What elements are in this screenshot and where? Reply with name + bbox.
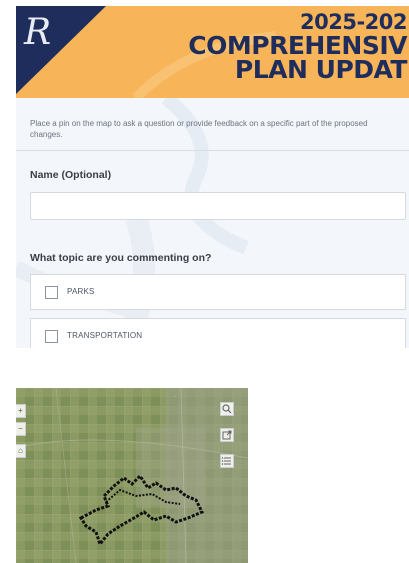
topic-option-transportation[interactable]: TRANSPORTATION bbox=[30, 318, 406, 348]
intro-text: Place a pin on the map to ask a question… bbox=[30, 119, 368, 139]
zoom-out-button[interactable]: − bbox=[16, 422, 26, 436]
option-label: PARKS bbox=[67, 287, 95, 296]
checkbox[interactable] bbox=[45, 286, 58, 299]
title-line-3: PLAN UPDAT bbox=[234, 55, 408, 84]
header-banner: R 2025-202 COMPREHENSIV PLAN UPDAT bbox=[16, 6, 409, 98]
option-label: TRANSPORTATION bbox=[67, 331, 143, 340]
logo-letter: R bbox=[24, 12, 52, 53]
share-icon[interactable] bbox=[220, 428, 234, 442]
name-label: Name (Optional) bbox=[30, 169, 112, 181]
satellite-imagery bbox=[16, 388, 248, 563]
page-title: 2025-202 COMPREHENSIV PLAN UPDAT bbox=[188, 10, 407, 82]
home-icon[interactable]: ⌂ bbox=[16, 444, 26, 458]
divider bbox=[16, 150, 409, 151]
topic-option-parks[interactable]: PARKS bbox=[30, 274, 406, 310]
comment-form: Place a pin on the map to ask a question… bbox=[16, 98, 409, 348]
name-input[interactable] bbox=[30, 192, 406, 220]
search-icon[interactable] bbox=[220, 402, 234, 416]
zoom-in-button[interactable]: + bbox=[16, 404, 26, 418]
checkbox[interactable] bbox=[45, 330, 58, 343]
legend-icon[interactable] bbox=[220, 454, 234, 468]
map-view[interactable]: · + − ⌂ bbox=[16, 388, 248, 563]
app-frame: R 2025-202 COMPREHENSIV PLAN UPDAT Place… bbox=[16, 6, 409, 563]
topic-label: What topic are you commenting on? bbox=[30, 252, 212, 264]
